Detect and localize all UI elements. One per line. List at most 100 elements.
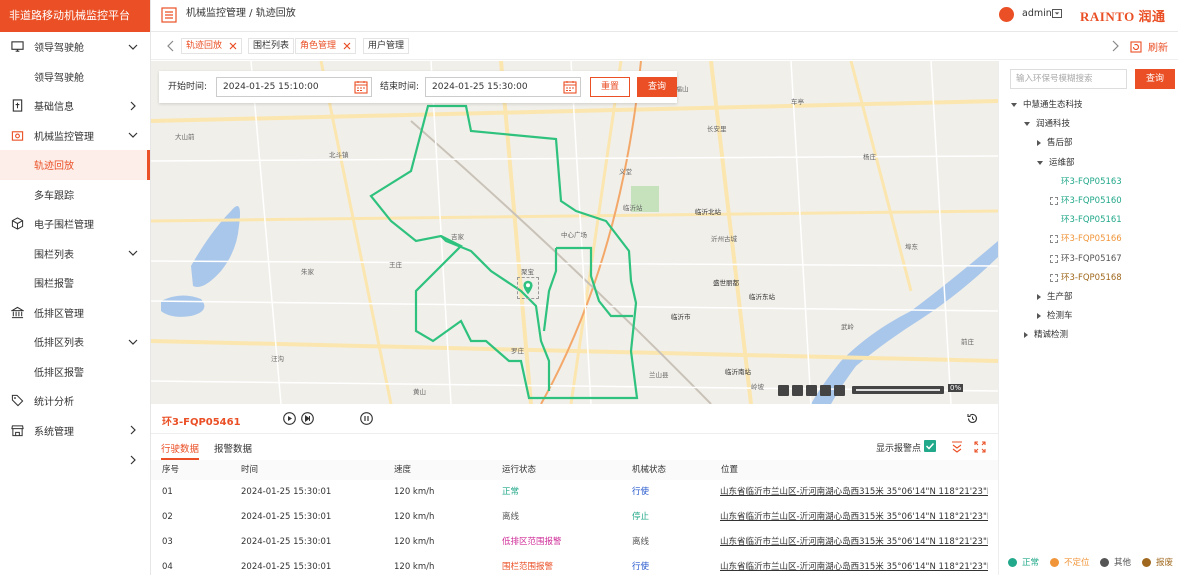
map-label: 岭坡	[751, 383, 764, 391]
tree-node[interactable]: 中慧通生态科技	[1011, 99, 1083, 111]
sidebar-item-label: 多车跟踪	[34, 190, 74, 202]
tree-node[interactable]: 环3-FQP05167	[1050, 253, 1122, 265]
sidebar-item-fence-list[interactable]: 围栏列表	[0, 239, 150, 269]
tab-driving-data[interactable]: 行驶数据	[161, 441, 200, 460]
tree-node[interactable]: 环3-FQP05160	[1050, 195, 1122, 207]
sidebar-item-fence-alarm[interactable]: 围栏报警	[0, 268, 150, 298]
tree-query-button[interactable]: 查询	[1135, 69, 1175, 89]
tree-node[interactable]: 润通科技	[1024, 118, 1070, 130]
sidebar-item-system[interactable]: 系统管理	[0, 416, 150, 446]
cell-speed: 120 km/h	[394, 487, 435, 497]
sidebar-item-basic-info[interactable]: 基础信息	[0, 91, 150, 121]
cell-mach: 离线	[632, 537, 650, 547]
fast-forward-icon[interactable]	[820, 384, 831, 396]
chevron-down-icon	[128, 44, 138, 50]
table-row[interactable]: 02 2024-01-25 15:30:01 120 km/h 离线 停止 山东省临沂市兰…	[151, 505, 998, 530]
sidebar-item-track-playback[interactable]: 轨迹回放	[0, 150, 150, 180]
caret-right-icon[interactable]	[1037, 294, 1041, 300]
show-alarm-checkbox[interactable]	[924, 440, 936, 452]
sidebar-item-multi-track[interactable]: 多车跟踪	[0, 180, 150, 210]
track-data-table: 序号 时间 速度 运行状态 机械状态 位置 01 2024-01-25 15:30…	[151, 460, 998, 575]
end-time-input[interactable]: 2024-01-25 15:30:00	[425, 77, 581, 97]
show-alarm-label: 显示报警点	[876, 444, 922, 454]
legend-dot-icon	[1142, 557, 1151, 567]
history-icon[interactable]	[966, 412, 979, 425]
sidebar-item-statistics[interactable]: 统计分析	[0, 386, 150, 416]
tree-node[interactable]: 环3-FQP05166	[1050, 233, 1122, 245]
sidebar-item-label: 机械监控管理	[34, 131, 94, 143]
tab-user-manage[interactable]: 用户管理	[363, 38, 410, 54]
speed-icon[interactable]	[834, 384, 845, 396]
map-view[interactable]: 沂蒙 永福山 车亭 长安里 大山前 北斗镇 义堂 临沂北站 临沂站 沂州古城 临…	[151, 61, 998, 404]
table-row[interactable]: 01 2024-01-25 15:30:01 120 km/h 正常 行使 山东省临沂市兰…	[151, 480, 998, 505]
sidebar-item-low-emission[interactable]: 低排区管理	[0, 298, 150, 328]
caret-down-icon[interactable]	[1037, 160, 1043, 165]
query-button[interactable]: 查询	[637, 77, 677, 97]
collapse-down-icon[interactable]	[951, 441, 963, 453]
fullscreen-icon[interactable]	[974, 441, 986, 453]
tree-node[interactable]: 运维部	[1037, 157, 1075, 169]
caret-down-icon[interactable]	[1024, 122, 1030, 127]
vehicle-tree-panel: 输入环保号模糊搜索 查询 中慧通生态科技 润通科技售后部运维部环3-FQP0516…	[998, 61, 1178, 575]
caret-right-icon[interactable]	[1037, 140, 1041, 147]
tree-node[interactable]: 精诚检测	[1024, 329, 1068, 341]
play-circle-icon[interactable]	[283, 412, 296, 425]
refresh-button[interactable]: 刷新	[1130, 39, 1168, 54]
playback-progress[interactable]	[852, 386, 944, 394]
tree-node[interactable]: 售后部	[1037, 137, 1073, 149]
tree-node[interactable]: 环3-FQP05163	[1050, 176, 1122, 188]
vehicle-box-icon	[1050, 197, 1058, 205]
sidebar-collapse-toggle[interactable]	[0, 445, 150, 475]
sidebar-item-low-emission-alarm[interactable]: 低排区报警	[0, 357, 150, 387]
reset-button[interactable]: 重置	[590, 77, 630, 97]
tab-fence-list[interactable]: 围栏列表	[248, 38, 295, 54]
chevron-right-icon	[130, 425, 136, 435]
tree-node[interactable]: 环3-FQP05168	[1050, 272, 1122, 284]
chevron-left-icon[interactable]	[165, 39, 177, 53]
pause-circle-icon[interactable]	[360, 412, 373, 425]
play-icon[interactable]	[792, 384, 803, 396]
sidebar-item-low-emission-list[interactable]: 低排区列表	[0, 327, 150, 357]
stop-icon[interactable]	[806, 384, 817, 396]
tab-alarm-data[interactable]: 报警数据	[214, 441, 252, 455]
table-row[interactable]: 03 2024-01-25 15:30:01 120 km/h 低排区范围报警 离线 山东…	[151, 530, 998, 555]
sidebar-item-dashboard-sub[interactable]: 领导驾驶舱	[0, 62, 150, 92]
sidebar: 非道路移动机械监控平台 领导驾驶舱 领导驾驶舱 基础信息 机械监控管理 轨迹回放…	[0, 0, 151, 575]
cell-no: 04	[162, 562, 173, 572]
sidebar-item-geofence[interactable]: 电子围栏管理	[0, 209, 150, 239]
plate-search-input[interactable]: 输入环保号模糊搜索	[1010, 69, 1127, 89]
avatar[interactable]	[999, 7, 1014, 22]
caret-right-icon[interactable]	[1037, 313, 1041, 320]
cell-loc[interactable]: 山东省临沂市兰山区-沂河南湖心岛西315米 35°06'14"N 118°21'…	[720, 480, 988, 505]
caret-right-icon[interactable]	[1024, 332, 1028, 339]
table-row[interactable]: 04 2024-01-25 15:30:01 120 km/h 围栏范围报警 行使 山东省…	[151, 555, 998, 575]
user-name[interactable]: admin	[1022, 0, 1052, 28]
tree-node[interactable]: 检测车	[1037, 310, 1073, 322]
caret-down-icon[interactable]	[1011, 103, 1017, 107]
close-icon[interactable]	[343, 42, 351, 50]
vehicle-marker[interactable]	[517, 277, 539, 299]
start-time-input[interactable]: 2024-01-25 15:10:00	[216, 77, 372, 97]
tree-node[interactable]: 环3-FQP05161	[1050, 214, 1122, 226]
cell-loc[interactable]: 山东省临沂市兰山区-沂河南湖心岛西315米 35°06'14"N 118°21'…	[720, 555, 988, 575]
sidebar-item-machine-monitor[interactable]: 机械监控管理	[0, 121, 150, 151]
map-label: 罗庄	[511, 347, 524, 355]
calendar-icon[interactable]	[563, 80, 577, 94]
sidebar-item-dashboard[interactable]: 领导驾驶舱	[0, 32, 150, 62]
close-icon[interactable]	[229, 42, 237, 50]
menu-fold-icon[interactable]	[161, 7, 177, 23]
cell-loc[interactable]: 山东省临沂市兰山区-沂河南湖心岛西315米 35°06'14"N 118°21'…	[720, 530, 988, 555]
chevron-right-icon	[130, 101, 136, 111]
tree-node[interactable]: 生产部	[1037, 291, 1073, 303]
map-label: 长安里	[707, 125, 727, 133]
calendar-icon[interactable]	[354, 80, 368, 94]
map-label: 汪沟	[271, 355, 284, 363]
caret-down-icon[interactable]	[1052, 9, 1062, 18]
tab-track-playback[interactable]: 轨迹回放	[181, 38, 243, 54]
tab-role-manage[interactable]: 角色管理	[295, 38, 357, 54]
sidebar-item-label: 电子围栏管理	[34, 220, 94, 232]
cell-loc[interactable]: 山东省临沂市兰山区-沂河南湖心岛西315米 35°06'14"N 118°21'…	[720, 505, 988, 530]
chevron-right-icon[interactable]	[1109, 39, 1121, 53]
rewind-icon[interactable]	[778, 384, 789, 396]
next-circle-icon[interactable]	[301, 412, 314, 425]
